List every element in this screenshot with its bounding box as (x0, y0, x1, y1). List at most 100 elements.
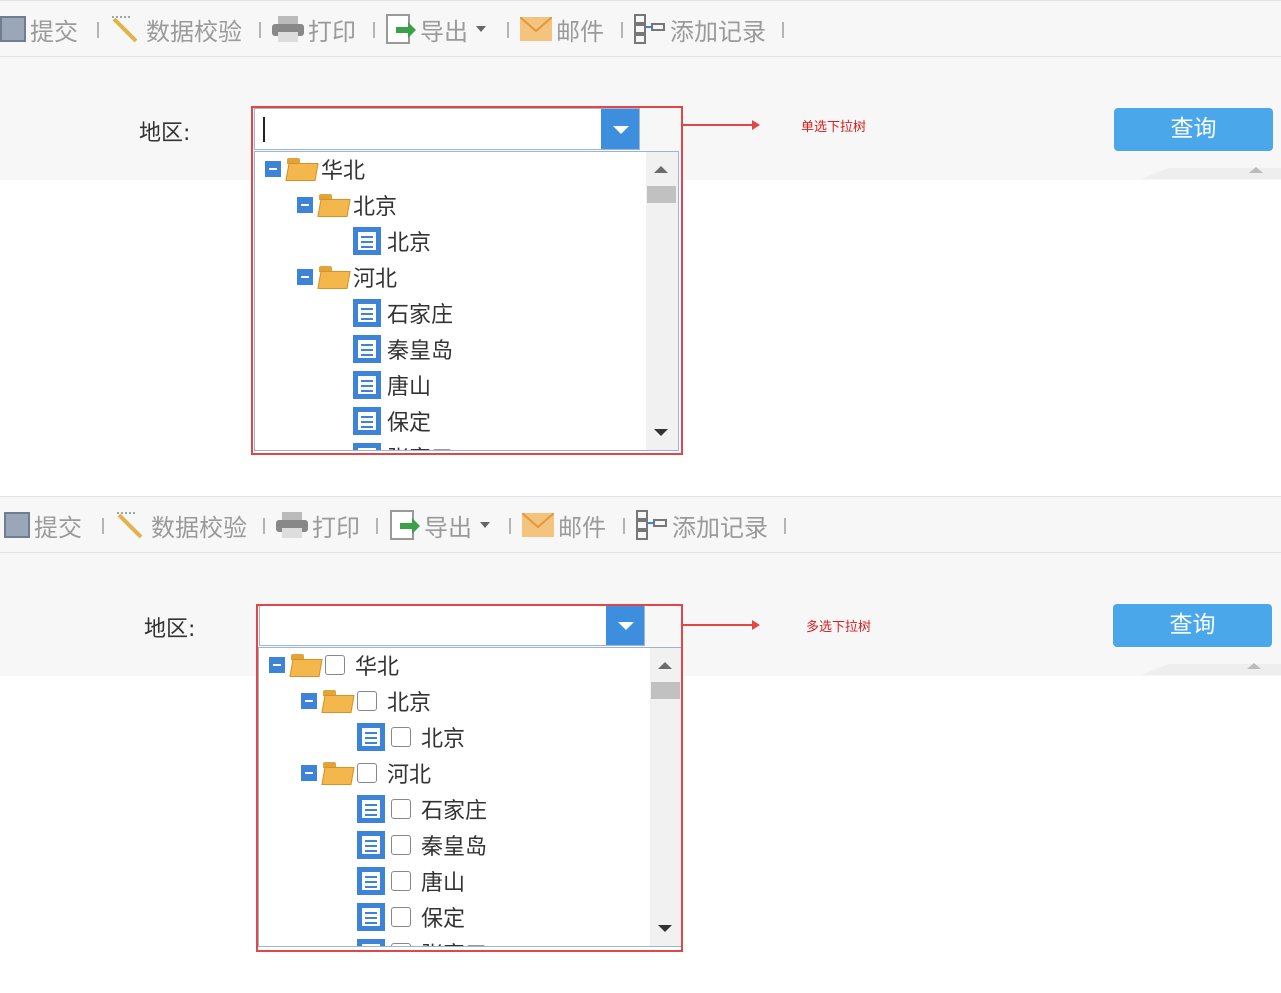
mail-icon (521, 512, 555, 537)
node-checkbox[interactable] (391, 835, 411, 855)
toolbar-separator (507, 22, 509, 38)
node-checkbox[interactable] (391, 871, 411, 891)
node-checkbox[interactable] (391, 943, 411, 946)
print-label: 打印 (308, 17, 356, 46)
mail-button[interactable]: 邮件 (519, 11, 604, 47)
mail-button[interactable]: 邮件 (521, 507, 606, 543)
folder-open-icon (319, 193, 349, 217)
node-checkbox[interactable] (391, 799, 411, 819)
collapse-icon[interactable] (301, 693, 317, 709)
collapse-icon[interactable] (269, 657, 285, 673)
query-button[interactable]: 查询 (1114, 108, 1273, 151)
validate-button[interactable]: 数据校验 (110, 11, 242, 47)
tree-leaf[interactable]: 石家庄 (353, 296, 453, 330)
chevron-down-icon (480, 522, 490, 528)
scroll-thumb[interactable] (647, 186, 676, 203)
tree-node-label: 北京 (353, 195, 398, 220)
export-label: 导出 (420, 17, 468, 46)
tree-node-label: 石家庄 (421, 799, 488, 824)
scroll-down-icon[interactable] (654, 429, 668, 436)
tree-leaf[interactable]: 唐山 (357, 864, 465, 898)
tree-leaf[interactable]: 石家庄 (357, 792, 487, 826)
region-tree-dropdown: 华北 北京 北京 河北 石家庄 秦皇岛 唐山 保定 (258, 647, 683, 947)
region-label: 地区: (139, 121, 191, 146)
export-button[interactable]: 导出 (386, 11, 486, 47)
node-checkbox[interactable] (391, 727, 411, 747)
folder-open-icon (323, 689, 353, 713)
dropdown-toggle-icon[interactable] (601, 109, 639, 149)
document-icon (357, 903, 385, 931)
printer-icon (272, 16, 304, 42)
query-button[interactable]: 查询 (1113, 604, 1272, 647)
validate-label: 数据校验 (146, 17, 242, 46)
document-icon (357, 867, 385, 895)
tree-leaf[interactable]: 保定 (357, 900, 465, 934)
scroll-thumb[interactable] (651, 682, 680, 699)
collapse-icon[interactable] (301, 765, 317, 781)
node-checkbox[interactable] (391, 907, 411, 927)
collapse-caret-icon (1247, 663, 1261, 669)
tree-leaf-beijing[interactable]: 北京 (357, 720, 465, 754)
document-icon (357, 939, 385, 946)
mail-icon (519, 16, 553, 41)
tree-node-hebei-group[interactable]: 河北 (297, 260, 397, 294)
export-button[interactable]: 导出 (390, 507, 490, 543)
document-icon (357, 723, 385, 751)
add-record-button[interactable]: 添加记录 (636, 507, 768, 543)
tree-leaf[interactable]: 张家口 (353, 440, 453, 450)
tree-node-huabei[interactable]: 华北 (265, 152, 365, 186)
validate-label: 数据校验 (151, 513, 247, 542)
tree-leaf[interactable]: 唐山 (353, 368, 431, 402)
save-icon (4, 512, 30, 538)
print-button[interactable]: 打印 (272, 11, 356, 47)
tree-leaf-beijing[interactable]: 北京 (353, 224, 431, 258)
print-button[interactable]: 打印 (276, 507, 360, 543)
region-combobox[interactable] (259, 604, 645, 646)
document-icon (357, 795, 385, 823)
tree-node-label: 张家口 (387, 441, 453, 450)
tree-node-beijing-group[interactable]: 北京 (301, 684, 431, 718)
node-checkbox[interactable] (357, 691, 377, 711)
scroll-down-icon[interactable] (658, 925, 672, 932)
tree-leaf[interactable]: 秦皇岛 (357, 828, 487, 862)
node-checkbox[interactable] (325, 655, 345, 675)
arrow-head-icon (752, 620, 760, 630)
region-tree-dropdown: 华北 北京 北京 河北 石家庄 秦皇岛 唐山 保定 (254, 151, 679, 451)
toolbar-separator (623, 518, 625, 534)
collapse-icon[interactable] (297, 197, 313, 213)
annotation-arrow (683, 624, 753, 626)
tree-node-label: 保定 (421, 907, 466, 932)
submit-label: 提交 (30, 17, 78, 46)
tree-leaf[interactable]: 秦皇岛 (353, 332, 453, 366)
tree-node-label: 石家庄 (387, 303, 454, 328)
dropdown-toggle-icon[interactable] (606, 605, 644, 645)
collapse-icon[interactable] (297, 269, 313, 285)
tree-leaf[interactable]: 保定 (353, 404, 431, 438)
collapse-caret-icon (1249, 167, 1263, 173)
scrollbar[interactable] (646, 152, 678, 450)
scroll-up-icon[interactable] (654, 166, 668, 173)
tree-leaf[interactable]: 张家口 (357, 936, 487, 946)
export-icon (390, 509, 420, 541)
toolbar-separator (263, 518, 265, 534)
node-checkbox[interactable] (357, 763, 377, 783)
tree-node-huabei[interactable]: 华北 (269, 648, 399, 682)
toolbar: 提交 数据校验 打印 导出 邮件 添加记录 (0, 496, 1281, 553)
tree-node-label: 北京 (387, 231, 432, 256)
tree-node-label: 华北 (355, 655, 400, 680)
scrollbar[interactable] (650, 648, 682, 946)
document-icon (353, 335, 381, 363)
export-icon (386, 13, 416, 45)
region-combobox[interactable] (254, 108, 640, 150)
submit-button[interactable]: 提交 (0, 11, 78, 47)
submit-button[interactable]: 提交 (4, 507, 82, 543)
add-row-icon (636, 510, 668, 540)
add-record-label: 添加记录 (672, 513, 768, 542)
tree-node-hebei-group[interactable]: 河北 (301, 756, 431, 790)
tree-node-beijing-group[interactable]: 北京 (297, 188, 397, 222)
validate-button[interactable]: 数据校验 (115, 507, 247, 543)
add-record-button[interactable]: 添加记录 (634, 11, 766, 47)
folder-open-icon (319, 265, 349, 289)
collapse-icon[interactable] (265, 161, 281, 177)
scroll-up-icon[interactable] (658, 662, 672, 669)
